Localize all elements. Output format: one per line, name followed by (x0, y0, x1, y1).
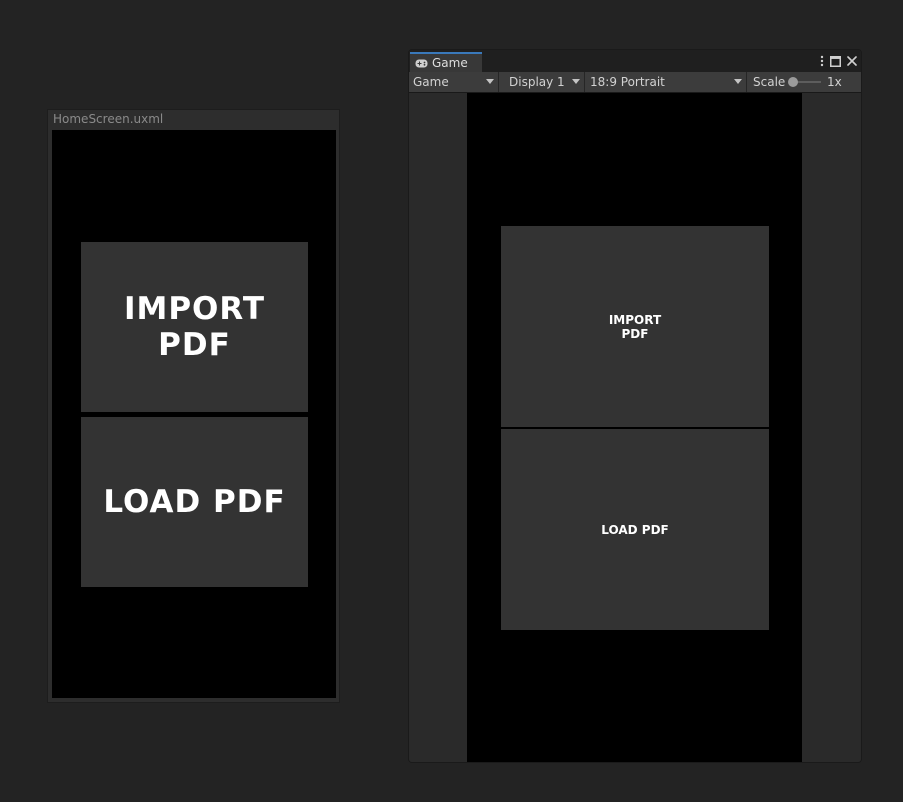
mode-dropdown-label: Game (413, 75, 449, 89)
gamepad-icon (415, 59, 428, 67)
scale-label: Scale (753, 75, 786, 89)
uxml-preview-panel: HomeScreen.uxml IMPORT PDF LOAD PDF (47, 109, 340, 703)
aspect-dropdown-label: 18:9 Portrait (590, 75, 665, 89)
scale-slider-handle[interactable] (788, 77, 798, 87)
game-screen: IMPORT PDF LOAD PDF (467, 93, 802, 762)
tab-game[interactable]: Game (410, 52, 482, 72)
chevron-down-icon (486, 79, 494, 84)
display-dropdown-label: Display 1 (509, 75, 565, 89)
uxml-preview-title: HomeScreen.uxml (53, 112, 164, 126)
tab-game-label: Game (432, 56, 468, 70)
game-window: Game Game Display 1 18:9 Portrait Scale … (408, 49, 862, 763)
display-dropdown[interactable]: Display 1 (500, 72, 585, 92)
chevron-down-icon (572, 79, 580, 84)
chevron-down-icon (734, 79, 742, 84)
mode-dropdown[interactable]: Game (409, 72, 499, 92)
close-icon[interactable] (847, 56, 857, 66)
scale-control: Scale 1x (748, 72, 861, 92)
scale-value: 1x (827, 75, 842, 89)
game-viewport: IMPORT PDF LOAD PDF (409, 93, 861, 762)
aspect-dropdown[interactable]: 18:9 Portrait (586, 72, 747, 92)
window-controls (820, 54, 857, 68)
import-pdf-button-preview[interactable]: IMPORT PDF (81, 242, 308, 412)
kebab-menu-icon[interactable] (820, 55, 824, 67)
load-pdf-button[interactable]: LOAD PDF (501, 429, 769, 630)
tab-strip: Game (409, 50, 861, 72)
game-toolbar: Game Display 1 18:9 Portrait Scale 1x (409, 72, 861, 93)
load-pdf-button-preview[interactable]: LOAD PDF (81, 417, 308, 587)
import-pdf-button[interactable]: IMPORT PDF (501, 226, 769, 427)
maximize-icon[interactable] (830, 55, 841, 67)
uxml-preview-canvas: IMPORT PDF LOAD PDF (52, 130, 336, 698)
